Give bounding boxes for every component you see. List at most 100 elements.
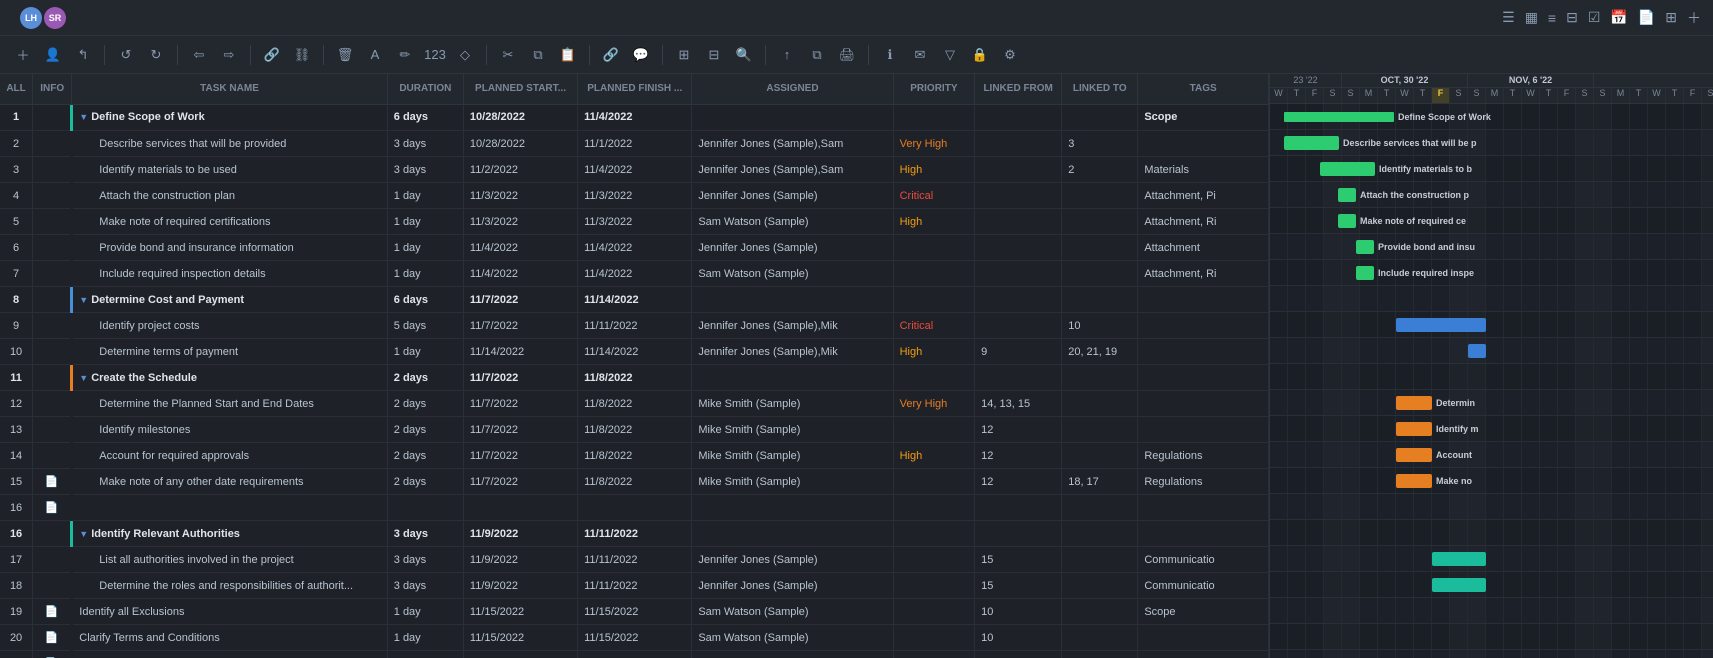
print-btn[interactable]: 🖨 [834, 42, 860, 68]
filter-btn[interactable]: ▽ [937, 42, 963, 68]
task-name-cell[interactable]: Identify all Exclusions [72, 599, 387, 625]
table-row[interactable]: 4Attach the construction plan1 day11/3/2… [0, 183, 1269, 209]
col-linked-from[interactable]: LINKED FROM [975, 74, 1062, 104]
insert-row-btn[interactable]: ⊞ [671, 42, 697, 68]
gantt-bar[interactable] [1432, 578, 1486, 592]
table-row[interactable]: 9Identify project costs5 days11/7/202211… [0, 313, 1269, 339]
task-name-cell[interactable]: Describe services that will be provided [72, 131, 387, 157]
cut-btn[interactable]: ✂ [495, 42, 521, 68]
task-name-cell[interactable]: Determine terms of payment [72, 339, 387, 365]
pen-btn[interactable]: ✏ [392, 42, 418, 68]
num-btn[interactable]: 123 [422, 42, 448, 68]
task-name-cell[interactable]: Determine the Planned Start and End Date… [72, 391, 387, 417]
table-row[interactable]: 17List all authorities involved in the p… [0, 547, 1269, 573]
task-name-cell[interactable]: Identify milestones [72, 417, 387, 443]
outdent-btn[interactable]: ⇨ [216, 42, 242, 68]
table-row[interactable]: 20📄Clarify Terms and Conditions1 day11/1… [0, 625, 1269, 651]
table-row[interactable]: 7Include required inspection details1 da… [0, 261, 1269, 287]
table-row[interactable]: 21📄Gain Acceptance of Proposal10 days11/… [0, 651, 1269, 658]
group-expand-icon[interactable]: ▼ [79, 373, 88, 383]
task-name-cell[interactable]: Provide bond and insurance information [72, 235, 387, 261]
table-row[interactable]: 15📄Make note of any other date requireme… [0, 469, 1269, 495]
gantt-bar[interactable] [1396, 318, 1486, 332]
group-expand-icon[interactable]: ▼ [79, 295, 88, 305]
share-btn[interactable]: ↰ [70, 42, 96, 68]
diamond-btn[interactable]: ◇ [452, 42, 478, 68]
table-row[interactable]: 1▼Define Scope of Work6 days10/28/202211… [0, 105, 1269, 131]
doc-icon[interactable]: 📄 [1638, 9, 1655, 26]
task-name-cell[interactable]: ▼Create the Schedule [72, 365, 387, 391]
task-name-cell[interactable]: ▼Define Scope of Work [72, 105, 387, 131]
table-row[interactable]: 12Determine the Planned Start and End Da… [0, 391, 1269, 417]
grid-icon[interactable]: ⊟ [1566, 9, 1578, 26]
copy2-btn[interactable]: ⧉ [804, 42, 830, 68]
table-row[interactable]: 11▼Create the Schedule2 days11/7/202211/… [0, 365, 1269, 391]
col-priority[interactable]: PRIORITY [893, 74, 975, 104]
table-row[interactable]: 2Describe services that will be provided… [0, 131, 1269, 157]
col-assigned[interactable]: ASSIGNED [692, 74, 893, 104]
table-row[interactable]: 5Make note of required certifications1 d… [0, 209, 1269, 235]
gantt-bar[interactable]: Provide bond and insu [1356, 240, 1374, 254]
gantt-bar[interactable]: Describe services that will be p [1284, 136, 1339, 150]
gantt-bar[interactable] [1468, 344, 1486, 358]
gantt-bar[interactable]: Identify materials to b [1320, 162, 1375, 176]
delete-btn[interactable]: 🗑 [332, 42, 358, 68]
mail-btn[interactable]: ✉ [907, 42, 933, 68]
info-btn[interactable]: ℹ [877, 42, 903, 68]
person-btn[interactable]: 👤 [40, 42, 66, 68]
table-row[interactable]: 3Identify materials to be used3 days11/2… [0, 157, 1269, 183]
task-name-cell[interactable]: Attach the construction plan [72, 183, 387, 209]
gantt-bar[interactable]: Make note of required ce [1338, 214, 1356, 228]
gantt-bar[interactable]: Define Scope of Work [1284, 112, 1394, 122]
task-name-cell[interactable]: Clarify Terms and Conditions [72, 625, 387, 651]
task-name-cell[interactable]: Gain Acceptance of Proposal [72, 651, 387, 658]
gantt-bar[interactable]: Determin [1396, 396, 1432, 410]
col-linked-to[interactable]: LINKED TO [1062, 74, 1138, 104]
indent-btn[interactable]: ⇦ [186, 42, 212, 68]
undo-btn[interactable]: ↺ [113, 42, 139, 68]
task-name-cell[interactable]: Account for required approvals [72, 443, 387, 469]
table-row[interactable]: 14Account for required approvals2 days11… [0, 443, 1269, 469]
col-start[interactable]: PLANNED START... [463, 74, 577, 104]
gantt-bar[interactable]: Make no [1396, 474, 1432, 488]
col-all[interactable]: ALL [0, 74, 33, 104]
gantt-bar[interactable]: Include required inspe [1356, 266, 1374, 280]
group-expand-icon[interactable]: ▼ [79, 112, 88, 122]
task-name-cell[interactable]: Identify project costs [72, 313, 387, 339]
task-name-cell[interactable]: Make note of required certifications [72, 209, 387, 235]
table-row[interactable]: 8▼Determine Cost and Payment6 days11/7/2… [0, 287, 1269, 313]
table-row[interactable]: 16▼Identify Relevant Authorities3 days11… [0, 521, 1269, 547]
table-row[interactable]: 16📄 [0, 495, 1269, 521]
gantt-bar[interactable]: Attach the construction p [1338, 188, 1356, 202]
comment-btn[interactable]: 💬 [628, 42, 654, 68]
task-name-cell[interactable]: Determine the roles and responsibilities… [72, 573, 387, 599]
search-btn[interactable]: 🔍 [731, 42, 757, 68]
group-expand-icon[interactable]: ▼ [79, 529, 88, 539]
plus-icon[interactable]: ＋ [1687, 8, 1701, 28]
menu-icon[interactable]: ☰ [1502, 9, 1515, 26]
checkbox-icon[interactable]: ☑ [1588, 9, 1601, 26]
table-row[interactable]: 13Identify milestones2 days11/7/202211/8… [0, 417, 1269, 443]
table-row[interactable]: 10Determine terms of payment1 day11/14/2… [0, 339, 1269, 365]
col-duration[interactable]: DURATION [387, 74, 463, 104]
task-name-cell[interactable]: ▼Identify Relevant Authorities [72, 521, 387, 547]
table-row[interactable]: 19📄Identify all Exclusions1 day11/15/202… [0, 599, 1269, 625]
table-row[interactable]: 6Provide bond and insurance information1… [0, 235, 1269, 261]
task-name-cell[interactable]: Make note of any other date requirements [72, 469, 387, 495]
font-btn[interactable]: A [362, 42, 388, 68]
col-tags[interactable]: TAGS [1138, 74, 1269, 104]
task-name-cell[interactable]: ▼Determine Cost and Payment [72, 287, 387, 313]
col-task[interactable]: TASK NAME [72, 74, 387, 104]
task-name-cell[interactable] [72, 495, 387, 521]
paste-btn[interactable]: 📋 [555, 42, 581, 68]
export-btn[interactable]: ↑ [774, 42, 800, 68]
unlink-btn[interactable]: ⛓ [289, 42, 315, 68]
add-btn[interactable]: ＋ [10, 42, 36, 68]
attach-btn[interactable]: 🔗 [598, 42, 624, 68]
gantt-bar[interactable] [1432, 552, 1486, 566]
chart-icon[interactable]: ▦ [1525, 9, 1538, 26]
calendar-icon[interactable]: 📅 [1610, 9, 1627, 26]
link-btn[interactable]: 🔗 [259, 42, 285, 68]
lock-btn[interactable]: 🔒 [967, 42, 993, 68]
delete-row-btn[interactable]: ⊟ [701, 42, 727, 68]
